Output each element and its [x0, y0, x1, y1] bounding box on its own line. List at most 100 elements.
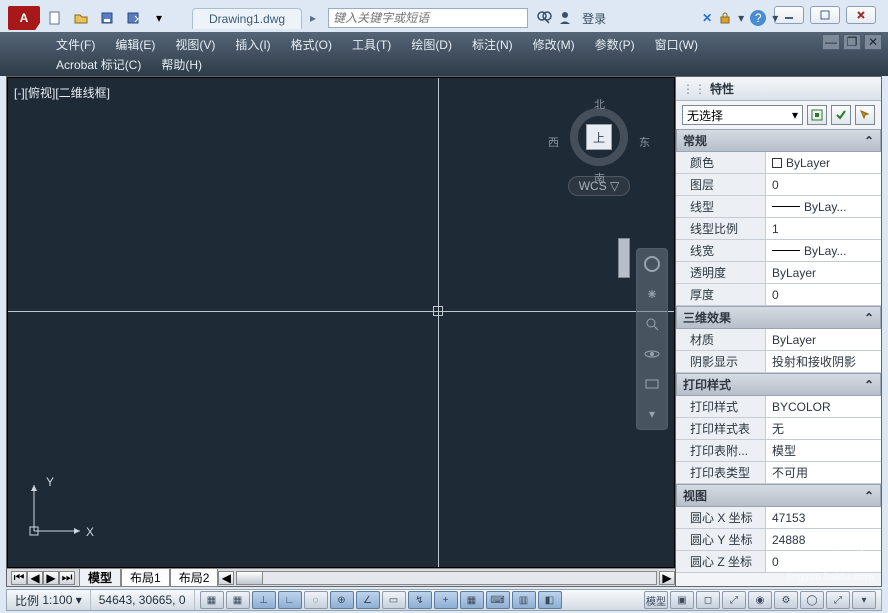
status-toggle[interactable]: ∠ — [356, 591, 380, 609]
property-row[interactable]: 线型比例1 — [676, 218, 881, 240]
select-objects-button[interactable] — [855, 105, 875, 125]
property-value[interactable]: ByLayer — [766, 152, 881, 173]
menu-item[interactable]: 编辑(E) — [105, 36, 165, 53]
menu-item[interactable]: 绘图(D) — [401, 36, 462, 53]
status-tray-button[interactable]: ⚙ — [774, 591, 798, 609]
nav-pan-icon[interactable] — [641, 283, 663, 305]
menu-item[interactable]: 标注(N) — [462, 36, 523, 53]
status-tray-button[interactable]: ◻ — [696, 591, 720, 609]
status-tray-button[interactable]: ▾ — [852, 591, 876, 609]
status-toggle[interactable]: ∟ — [278, 591, 302, 609]
status-tray-button[interactable]: ◯ — [800, 591, 824, 609]
property-value[interactable]: ByLayer — [766, 262, 881, 283]
menu-item[interactable]: 工具(T) — [342, 36, 401, 53]
pickadd-toggle-button[interactable] — [831, 105, 851, 125]
status-tray-button[interactable]: ⤢ — [722, 591, 746, 609]
viewcube-top-face[interactable]: 上 — [586, 124, 612, 150]
property-value[interactable]: 47153 — [766, 507, 881, 528]
tab-nav-prev[interactable]: ◀ — [27, 571, 43, 585]
property-value[interactable]: 1 — [766, 218, 881, 239]
status-tray-button[interactable]: 模型 — [644, 591, 668, 609]
property-row[interactable]: 材质ByLayer — [676, 329, 881, 351]
layout-tab-1[interactable]: 布局1 — [121, 569, 170, 587]
user-icon[interactable] — [558, 11, 572, 25]
menu-item[interactable]: 格式(O) — [281, 36, 342, 53]
qat-saveas-icon[interactable] — [122, 7, 144, 29]
status-tray-button[interactable]: ▣ — [670, 591, 694, 609]
search-icon[interactable] — [536, 10, 552, 26]
viewcube-south[interactable]: 南 — [594, 170, 605, 186]
qat-dropdown-icon[interactable]: ▾ — [148, 7, 170, 29]
model-tab[interactable]: 模型 — [79, 569, 121, 587]
property-value[interactable]: 0 — [766, 174, 881, 195]
qat-open-icon[interactable] — [70, 7, 92, 29]
hscroll-right[interactable]: ▶ — [659, 571, 675, 585]
property-value[interactable]: 不可用 — [766, 462, 881, 483]
nav-fullnav-icon[interactable] — [641, 253, 663, 275]
property-row[interactable]: 圆心 Z 坐标0 — [676, 551, 881, 573]
menu-item[interactable]: 窗口(W) — [645, 36, 708, 53]
property-section-header[interactable]: 视图⌃ — [676, 484, 881, 507]
menu-item[interactable]: 帮助(H) — [151, 56, 212, 73]
property-section-header[interactable]: 常规⌃ — [676, 129, 881, 152]
mdi-restore-button[interactable]: ❐ — [843, 34, 861, 50]
status-toggle[interactable]: ⊕ — [330, 591, 354, 609]
property-value[interactable]: BYCOLOR — [766, 396, 881, 417]
property-value[interactable]: 无 — [766, 418, 881, 439]
status-tray-button[interactable]: ◉ — [748, 591, 772, 609]
property-section-header[interactable]: 打印样式⌃ — [676, 373, 881, 396]
property-value[interactable]: 模型 — [766, 440, 881, 461]
tab-nav-last[interactable]: ⏭ — [59, 571, 75, 585]
mdi-close-button[interactable]: ✕ — [864, 34, 882, 50]
exchange-icon[interactable]: ✕ — [702, 11, 712, 25]
hscroll-thumb[interactable] — [237, 572, 263, 584]
viewcube-west[interactable]: 西 — [548, 134, 559, 150]
property-row[interactable]: 打印表类型不可用 — [676, 462, 881, 484]
status-toggle[interactable]: ◧ — [538, 591, 562, 609]
property-row[interactable]: 阴影显示投射和接收阴影 — [676, 351, 881, 373]
quickselect-button[interactable] — [807, 105, 827, 125]
status-toggle[interactable]: + — [434, 591, 458, 609]
selection-dropdown[interactable]: 无选择▾ — [682, 105, 803, 125]
property-row[interactable]: 圆心 X 坐标47153 — [676, 507, 881, 529]
coordinates-display[interactable]: 54643, 30665, 0 — [91, 590, 195, 610]
menu-item[interactable]: 参数(P) — [585, 36, 645, 53]
property-row[interactable]: 圆心 Y 坐标24888 — [676, 529, 881, 551]
viewcube[interactable]: 北 上 西 东 南 WCS ▽ — [554, 96, 644, 196]
tab-dropdown-icon[interactable]: ▸ — [306, 11, 320, 25]
property-value[interactable]: ByLay... — [766, 240, 881, 261]
menu-item[interactable]: 视图(V) — [165, 36, 225, 53]
top-dropdown-icon[interactable]: ▾ — [738, 11, 744, 25]
mdi-minimize-button[interactable]: — — [822, 34, 840, 50]
lock-icon[interactable] — [718, 11, 732, 25]
status-toggle[interactable]: ▦ — [226, 591, 250, 609]
login-link[interactable]: 登录 — [582, 10, 606, 27]
property-value[interactable]: ByLayer — [766, 329, 881, 350]
drawing-canvas[interactable]: [-][俯视][二维线框] 北 上 西 东 南 WCS ▽ — [7, 77, 675, 568]
property-value[interactable]: ByLay... — [766, 196, 881, 217]
menu-item[interactable]: 修改(M) — [523, 36, 585, 53]
viewport-label[interactable]: [-][俯视][二维线框] — [14, 84, 110, 101]
property-value[interactable]: 24888 — [766, 529, 881, 550]
property-row[interactable]: 颜色ByLayer — [676, 152, 881, 174]
property-row[interactable]: 线宽ByLay... — [676, 240, 881, 262]
nav-zoom-icon[interactable] — [641, 313, 663, 335]
status-toggle[interactable]: ⊥ — [252, 591, 276, 609]
status-toggle[interactable]: ▦ — [200, 591, 224, 609]
help-icon[interactable]: ? — [750, 10, 766, 26]
annotation-scale[interactable]: 比例 1:100 ▾ — [7, 590, 91, 610]
nav-showmotion-icon[interactable] — [641, 373, 663, 395]
tab-nav-first[interactable]: ⏮ — [11, 571, 27, 585]
navbar-grip[interactable] — [618, 238, 630, 278]
status-toggle[interactable]: ▥ — [512, 591, 536, 609]
hscroll-track[interactable] — [236, 571, 657, 585]
tab-nav-next[interactable]: ▶ — [43, 571, 59, 585]
app-logo[interactable]: A — [8, 6, 40, 30]
nav-more-icon[interactable]: ▾ — [641, 403, 663, 425]
status-tray-button[interactable]: ⤢ — [826, 591, 850, 609]
nav-orbit-icon[interactable] — [641, 343, 663, 365]
help-dropdown-icon[interactable]: ▾ — [772, 11, 778, 25]
status-toggle[interactable]: ◌ — [304, 591, 328, 609]
status-toggle[interactable]: ▭ — [382, 591, 406, 609]
menu-item[interactable]: 插入(I) — [225, 36, 280, 53]
